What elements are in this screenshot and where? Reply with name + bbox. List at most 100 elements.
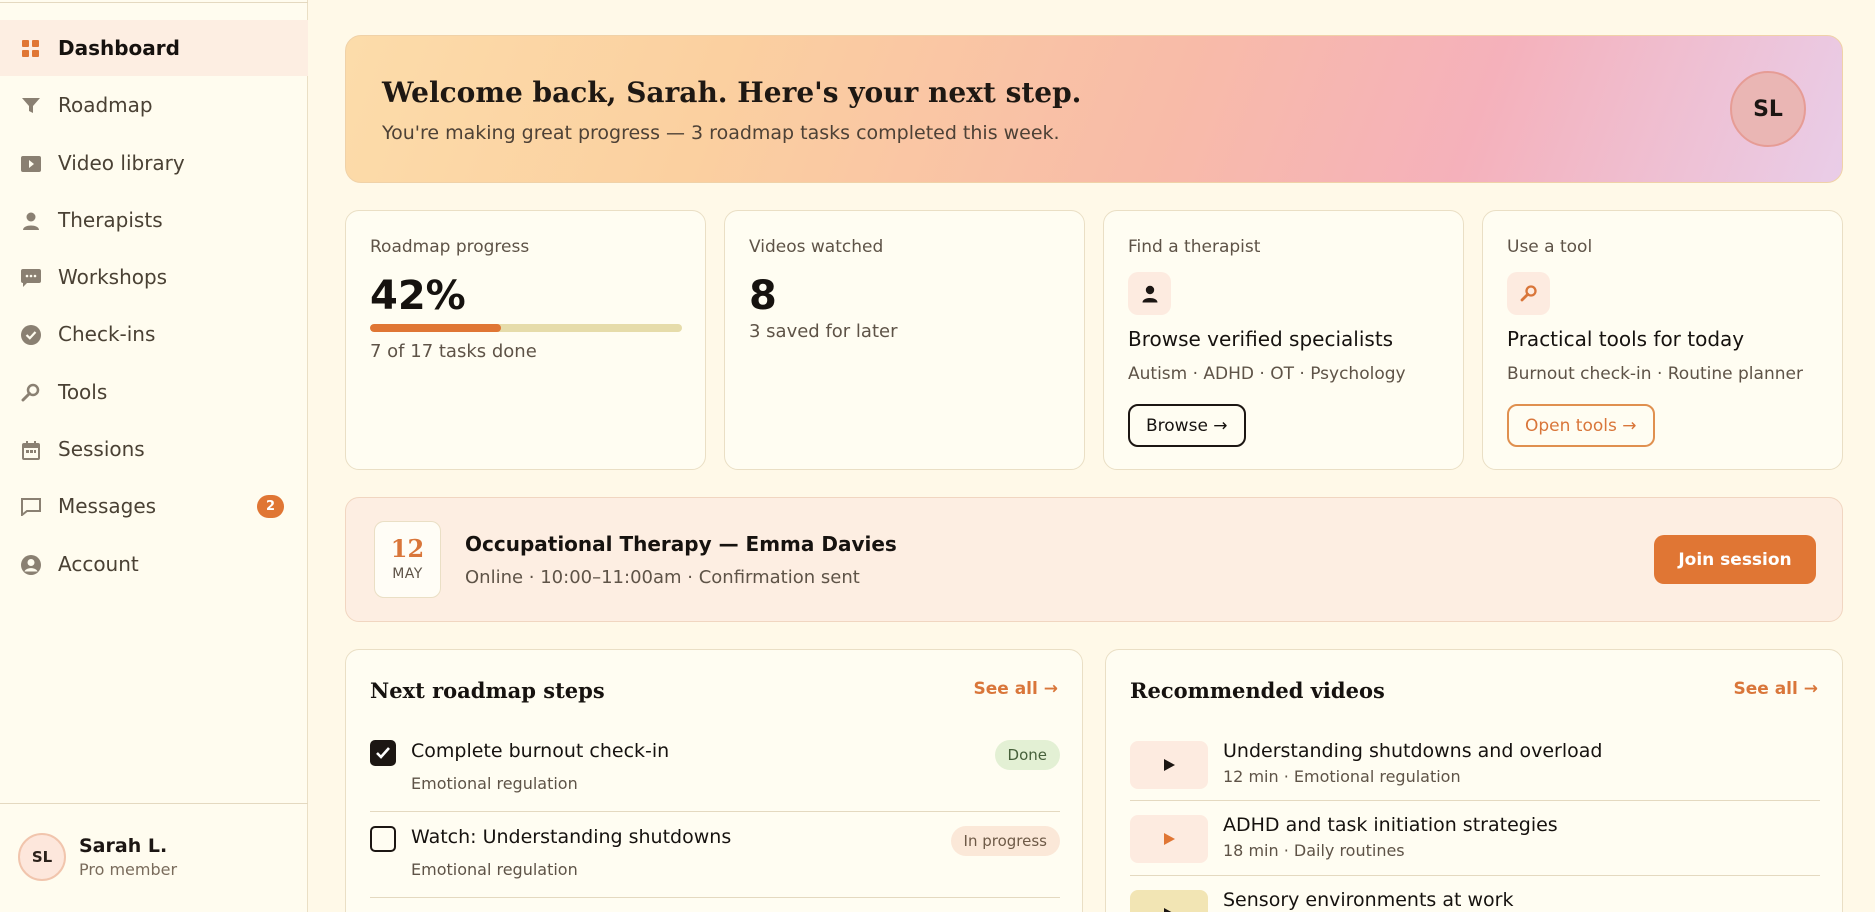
sidebar-top-divider xyxy=(0,2,308,3)
avatar: SL xyxy=(18,833,66,881)
card-heading: Practical tools for today xyxy=(1507,327,1745,351)
sidebar-item-account[interactable]: Account xyxy=(0,536,308,592)
user-name: Sarah L. xyxy=(79,835,168,857)
sidebar-item-therapists[interactable]: Therapists xyxy=(0,192,308,248)
videos-watched-value: 8 xyxy=(749,273,777,319)
wrench-icon xyxy=(21,383,41,403)
sidebar-item-label: Workshops xyxy=(58,265,168,290)
sidebar-item-label: Roadmap xyxy=(58,93,153,118)
message-icon xyxy=(21,497,41,517)
video-thumbnail[interactable] xyxy=(1130,741,1208,789)
funnel-icon xyxy=(21,96,41,116)
card-label: Find a therapist xyxy=(1128,237,1261,257)
roadmap-progress-fill xyxy=(370,324,502,332)
find-therapist-card: Find a therapist Browse verified special… xyxy=(1103,210,1464,470)
card-label: Videos watched xyxy=(749,237,884,257)
video-thumbnail[interactable] xyxy=(1130,815,1208,863)
videos-watched-card: Videos watched 8 3 saved for later xyxy=(724,210,1085,470)
sidebar-item-workshops[interactable]: Workshops xyxy=(0,249,308,305)
sidebar-item-messages[interactable]: Messages 2 xyxy=(0,478,308,534)
card-label: Roadmap progress xyxy=(370,237,530,257)
list-item: Watch: Understanding shutdowns Emotional… xyxy=(370,820,1060,890)
status-badge: In progress xyxy=(950,826,1060,856)
calendar-icon xyxy=(21,440,41,460)
video-meta: 12 min · Emotional regulation xyxy=(1223,767,1461,786)
video-icon xyxy=(21,154,41,174)
play-icon xyxy=(1163,759,1175,771)
welcome-subtitle: You're making great progress — 3 roadmap… xyxy=(382,122,1060,144)
card-sub: Autism · ADHD · OT · Psychology xyxy=(1128,364,1406,384)
account-icon xyxy=(21,554,41,575)
roadmap-progress-card: Roadmap progress 42% 7 of 17 tasks done xyxy=(345,210,706,470)
wrench-icon xyxy=(1507,272,1550,315)
sidebar-item-sessions[interactable]: Sessions xyxy=(0,421,308,477)
check-circle-icon xyxy=(21,325,41,346)
panel-title: Next roadmap steps xyxy=(370,678,605,703)
roadmap-progress-bar xyxy=(370,324,682,332)
step-category: Emotional regulation xyxy=(411,774,578,793)
panel-title: Recommended videos xyxy=(1130,678,1385,703)
recommended-videos-panel: Recommended videos See all → Understandi… xyxy=(1105,649,1843,912)
sidebar-item-label: Video library xyxy=(58,150,185,175)
step-title: Watch: Understanding shutdowns xyxy=(411,826,732,848)
user-role: Pro member xyxy=(79,860,178,879)
list-item[interactable]: ADHD and task initiation strategies 18 m… xyxy=(1130,812,1820,868)
play-icon xyxy=(1163,908,1171,912)
grid-icon xyxy=(21,39,41,59)
step-checkbox[interactable] xyxy=(370,826,396,852)
check-icon xyxy=(376,747,390,759)
roadmap-progress-value: 42% xyxy=(370,273,466,319)
video-title: Understanding shutdowns and overload xyxy=(1223,740,1603,762)
divider xyxy=(370,811,1060,812)
sidebar-item-tools[interactable]: Tools xyxy=(0,364,308,420)
sidebar-item-dashboard[interactable]: Dashboard xyxy=(0,20,308,76)
step-checkbox[interactable] xyxy=(370,740,396,766)
play-icon xyxy=(1163,833,1175,845)
sidebar-item-label: Check-ins xyxy=(58,322,156,347)
card-label: Use a tool xyxy=(1507,237,1593,257)
video-thumbnail[interactable] xyxy=(1130,890,1208,912)
sidebar-item-roadmap[interactable]: Roadmap xyxy=(0,77,308,133)
video-title: Sensory environments at work xyxy=(1223,889,1514,911)
sidebar-item-label: Messages xyxy=(58,494,157,519)
session-month: MAY xyxy=(392,566,423,582)
sidebar-item-label: Account xyxy=(58,551,139,576)
session-day: 12 xyxy=(390,534,425,563)
session-title: Occupational Therapy — Emma Davies xyxy=(465,532,897,556)
browse-button[interactable]: Browse → xyxy=(1128,404,1246,447)
see-all-link[interactable]: See all → xyxy=(973,679,1058,699)
next-roadmap-steps-panel: Next roadmap steps See all → Complete bu… xyxy=(345,649,1083,912)
welcome-banner: Welcome back, Sarah. Here's your next st… xyxy=(345,35,1843,183)
messages-badge: 2 xyxy=(257,495,284,519)
list-item[interactable]: Understanding shutdowns and overload 12 … xyxy=(1130,738,1820,794)
person-icon xyxy=(1128,272,1171,315)
sidebar-item-label: Dashboard xyxy=(58,36,180,60)
step-title: Complete burnout check-in xyxy=(411,740,670,762)
divider xyxy=(370,897,1060,898)
sidebar-item-video-library[interactable]: Video library xyxy=(0,135,308,191)
open-tools-button[interactable]: Open tools → xyxy=(1507,404,1655,447)
person-icon xyxy=(21,211,41,231)
sidebar-item-check-ins[interactable]: Check-ins xyxy=(0,306,308,362)
sidebar-item-label: Sessions xyxy=(58,437,145,462)
page-title: Welcome back, Sarah. Here's your next st… xyxy=(382,76,1082,109)
chat-icon xyxy=(21,268,41,288)
step-category: Emotional regulation xyxy=(411,860,578,879)
sidebar: Dashboard Roadmap Video library Therapis… xyxy=(0,0,308,912)
divider xyxy=(1130,875,1820,876)
video-meta: 18 min · Daily routines xyxy=(1223,841,1405,860)
video-title: ADHD and task initiation strategies xyxy=(1223,814,1558,836)
sidebar-nav: Dashboard Roadmap Video library Therapis… xyxy=(0,20,308,593)
avatar[interactable]: SL xyxy=(1730,71,1806,147)
list-item: Complete burnout check-in Emotional regu… xyxy=(370,734,1060,804)
user-info: Sarah L. Pro member xyxy=(79,835,177,879)
list-item[interactable]: Sensory environments at work xyxy=(1130,887,1820,912)
sidebar-divider xyxy=(0,803,308,804)
session-date: 12 MAY xyxy=(374,521,441,598)
user-profile[interactable]: SL Sarah L. Pro member xyxy=(18,833,177,881)
see-all-link[interactable]: See all → xyxy=(1733,679,1818,699)
status-badge: Done xyxy=(994,740,1060,770)
divider xyxy=(1130,800,1820,801)
sidebar-item-label: Therapists xyxy=(58,207,163,232)
join-session-button[interactable]: Join session xyxy=(1654,535,1816,584)
